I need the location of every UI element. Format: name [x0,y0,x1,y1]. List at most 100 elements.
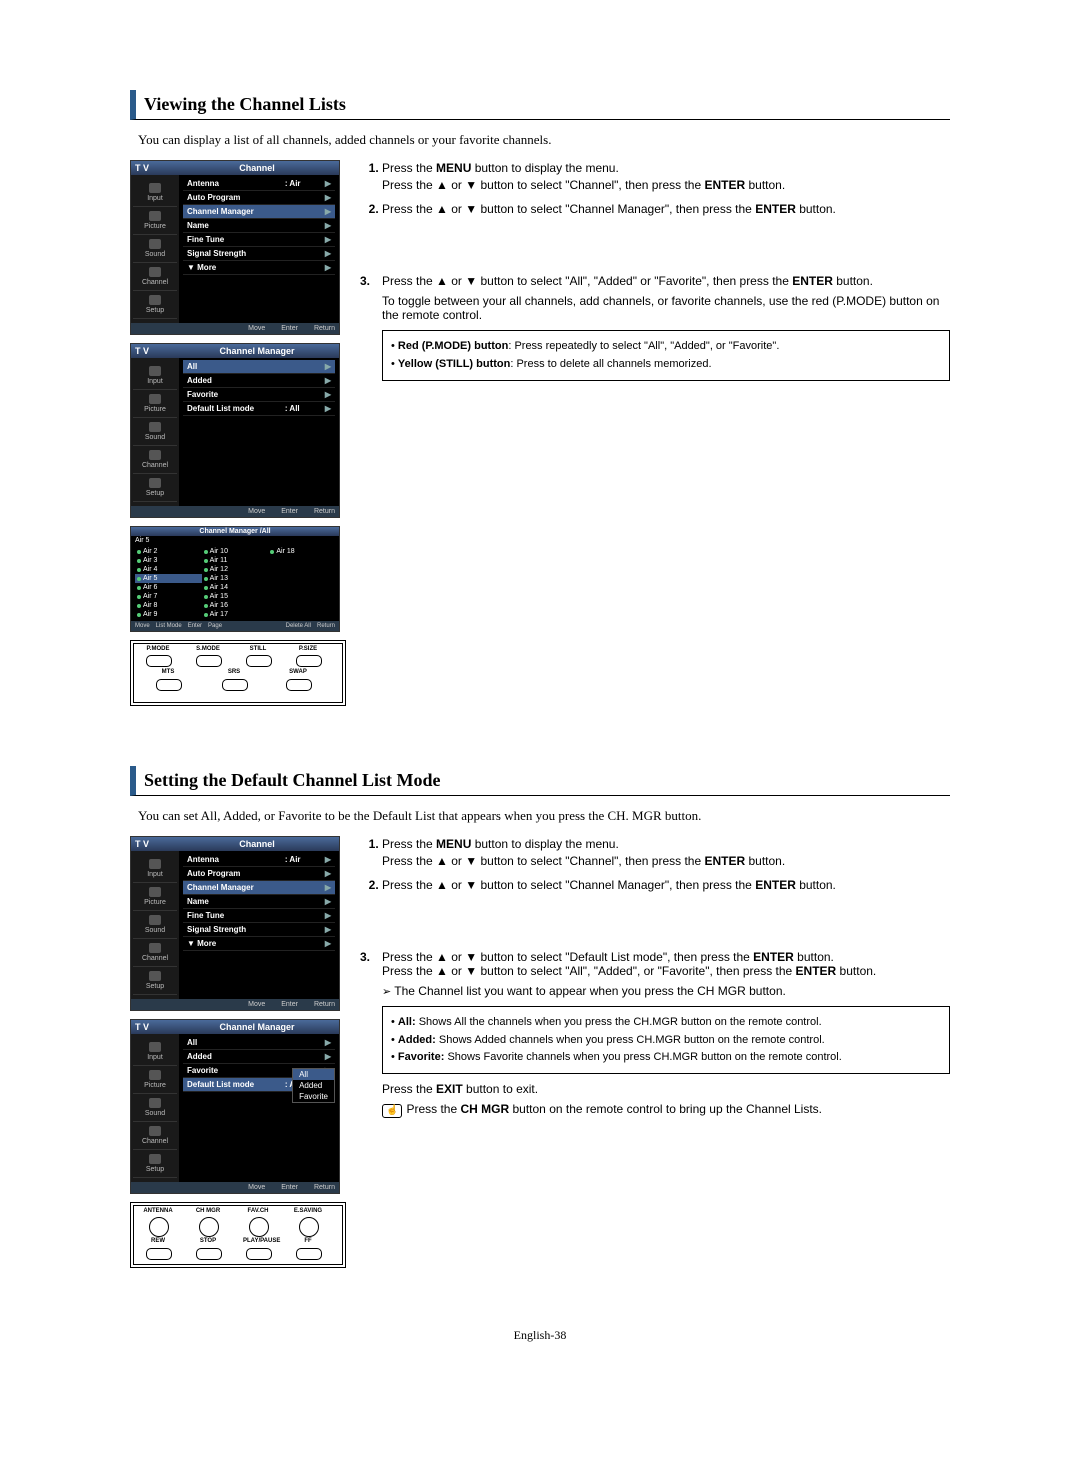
chmgr-tip: ☝Press the CH MGR button on the remote c… [382,1102,950,1118]
remote-label: SRS [219,669,249,675]
osd-footer-item: Enter [271,1001,298,1008]
remote-label: FF [293,1238,323,1244]
channel-item: Air 6 [135,583,202,592]
osd-sidebar-item: Input [133,1038,177,1066]
step-item: Press the ▲ or ▼ button to select "Chann… [382,877,950,894]
osd-tv-label: T V [135,839,179,849]
steps-list-2a: Press the MENU button to display the men… [360,836,950,894]
chlist-col-3: Air 18 [268,547,335,619]
chlist-footer-item: List Mode [156,623,182,629]
remote-label: REW [143,1238,173,1244]
note-bullet: Favorite: Shows Favorite channels when y… [391,1050,941,1065]
remote-label: P.MODE [143,646,173,652]
osd-sidebar-item: Input [133,179,177,207]
osd-row: Auto Program▶ [183,867,335,881]
remote-button [249,1217,269,1237]
osd-sidebar-item: Channel [133,1122,177,1150]
osd-sidebar-item: Sound [133,911,177,939]
step-number-3: 3. [360,950,382,1118]
chlist-col-1: Air 2Air 3Air 4Air 5Air 6Air 7Air 8Air 9 [135,547,202,619]
osd-main: All▶Added▶Favorite▶Default List mode: Al… [179,358,339,506]
chlist-footer-item: Enter [188,623,202,629]
section-heading-1: Viewing the Channel Lists [130,90,950,120]
osd-title: Channel [179,839,335,849]
step-3-block: 3. Press the ▲ or ▼ button to select "Al… [360,274,950,381]
remote-button [296,1248,322,1260]
step-3-block-2: 3. Press the ▲ or ▼ button to select "De… [360,950,950,1118]
osd-footer: MoveEnterReturn [131,506,339,517]
chlist-footer-item: Move [135,623,150,629]
steps-list-1a: Press the MENU button to display the men… [360,160,950,218]
osd-submenu-item: Added [293,1080,334,1091]
channel-item: Air 8 [135,601,202,610]
osd-tv-label: T V [135,163,179,173]
osd-row: Added▶ [183,374,335,388]
remote-label: P.SIZE [293,646,323,652]
remote-button [246,1248,272,1260]
step-item: Press the MENU button to display the men… [382,836,950,871]
step-3-sub: To toggle between your all channels, add… [382,294,950,322]
osd-tv-label: T V [135,346,179,356]
osd-footer-item: Enter [271,508,298,515]
osd-footer-item: Move [238,508,265,515]
osd-sidebar-item: Setup [133,474,177,502]
osd-row: Favorite▶ [183,388,335,402]
osd-sidebar-item: Sound [133,1094,177,1122]
remote-button [146,1248,172,1260]
remote-button [146,655,172,667]
osd-row: Signal Strength▶ [183,923,335,937]
osd-sidebar-item: Channel [133,939,177,967]
channel-item: Air 3 [135,556,202,565]
hand-icon: ☝ [382,1104,402,1118]
remote-snippet-chmgr: ANTENNACH MGRFAV.CHE.SAVINGREWSTOPPLAY/P… [130,1202,346,1268]
intro-text-2: You can set All, Added, or Favorite to b… [138,808,950,824]
osd-submenu-item: All [293,1069,334,1080]
osd-sidebar-item: Picture [133,883,177,911]
osd-submenu: AllAddedFavorite [292,1068,335,1103]
osd-tv-label: T V [135,1022,179,1032]
channel-item: Air 9 [135,610,202,619]
channel-item: Air 17 [202,610,269,619]
osd-row: Antenna: Air▶ [183,177,335,191]
remote-button [299,1217,319,1237]
osd-row: Default List mode: All▶ [183,402,335,416]
exit-text: Press the EXIT button to exit. [382,1082,950,1096]
osd-sidebar-item: Sound [133,235,177,263]
osd-title: Channel Manager [179,1022,335,1032]
section-heading-2: Setting the Default Channel List Mode [130,766,950,796]
osd-row: Signal Strength▶ [183,247,335,261]
osd-sidebar-item: Input [133,855,177,883]
note-box-1: Red (P.MODE) button: Press repeatedly to… [382,330,950,381]
step-3-text: Press the ▲ or ▼ button to select "All",… [382,274,950,288]
osd-row: Channel Manager▶ [183,881,335,895]
osd-row: Added▶ [183,1050,335,1064]
remote-label: E.SAVING [293,1208,323,1214]
remote-label: ANTENNA [143,1208,173,1214]
osd-title: Channel [179,163,335,173]
channel-item: Air 13 [202,574,269,583]
remote-label: STOP [193,1238,223,1244]
remote-button [156,679,182,691]
step-number-3: 3. [360,274,382,381]
remote-snippet-pmode: P.MODES.MODESTILLP.SIZEMTSSRSSWAP [130,640,346,706]
remote-label: FAV.CH [243,1208,273,1214]
osd-row: Fine Tune▶ [183,909,335,923]
osd-footer-item: Move [238,1184,265,1191]
note-bullet: All: Shows All the channels when you pre… [391,1015,941,1030]
channel-item: Air 4 [135,565,202,574]
channel-item: Air 18 [268,547,335,556]
osd-row: Name▶ [183,219,335,233]
remote-label: MTS [153,669,183,675]
channel-item: Air 5 [135,574,202,583]
chlist-footer-item: Page [208,623,222,629]
osd-sidebar: InputPictureSoundChannelSetup [131,175,179,323]
remote-button [222,679,248,691]
step-item: Press the MENU button to display the men… [382,160,950,195]
osd-channel-manager-2: T V Channel Manager InputPictureSoundCha… [130,1019,340,1194]
osd-footer-item: Enter [271,1184,298,1191]
osd-sidebar-item: Setup [133,967,177,995]
remote-button [246,655,272,667]
osd-channel-menu: T V Channel InputPictureSoundChannelSetu… [130,160,340,335]
remote-button [199,1217,219,1237]
note-box-2: All: Shows All the channels when you pre… [382,1006,950,1074]
